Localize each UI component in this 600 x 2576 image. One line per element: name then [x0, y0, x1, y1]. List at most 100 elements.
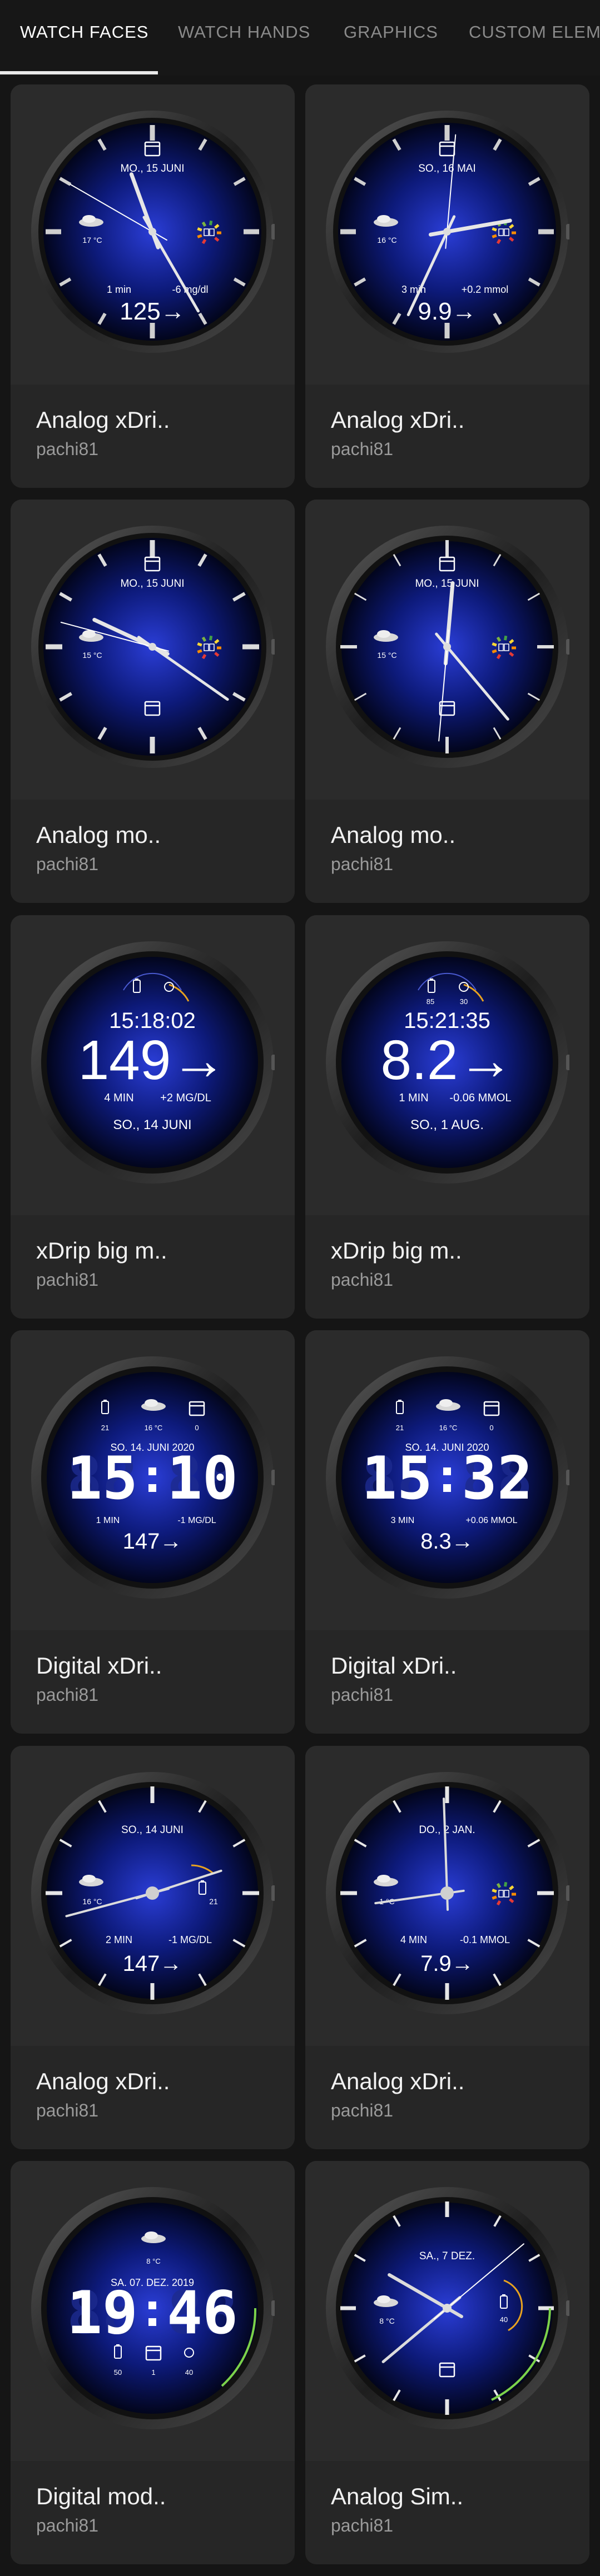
watch-face-preview[interactable]: SA., 7 DEZ. 8 °C 40 — [305, 2161, 589, 2461]
lcd-digits: 15 — [361, 1444, 433, 1512]
delta-time-label: 2 MIN — [106, 1934, 132, 1945]
center-cap — [148, 228, 156, 236]
temperature-label: 16 °C — [439, 1424, 458, 1432]
tab-bar: WATCH FACES WATCH HANDS GRAPHICS CUSTOM … — [0, 0, 600, 76]
battery-icon — [430, 979, 433, 980]
lcd-digits: 10 — [167, 1444, 238, 1512]
watch-face-card[interactable]: 85 30 15:21:35 8.2→ 1 MIN -0.06 MMOL SO., 1 AU… — [305, 915, 589, 1319]
card-title: xDrip big m.. — [36, 1237, 167, 1264]
delta-value-label: +0.06 MMOL — [466, 1516, 518, 1525]
battery-gauge-icon — [496, 1883, 502, 1889]
battery-gauge-icon — [492, 1895, 497, 1900]
card-author: pachi81 — [36, 1685, 99, 1705]
weather-cloud-icon — [377, 2295, 390, 2303]
battery-gauge-icon — [496, 636, 502, 642]
watch-face-image: MO., 15 JUNI 15 °C — [31, 526, 275, 768]
center-cap — [443, 643, 451, 651]
weather-cloud-icon — [439, 1399, 453, 1407]
watch-face-preview[interactable]: MO., 15 JUNI 15 °C — [305, 500, 589, 800]
date-label: SA., 7 DEZ. — [419, 2250, 475, 2262]
watch-face-image: SO., 14 JUNI 16 °C 21 2 MIN -1 MG/DL 147→ — [31, 1772, 275, 2014]
delta-value-label: +2 MG/DL — [160, 1092, 211, 1104]
watch-face-preview[interactable]: MO., 15 JUNI 17 °C 1 min -6 mg/dl 125→ — [11, 84, 295, 385]
watch-face-card[interactable]: DO., 2 JAN.1 °C4 MIN-0.1 MMOL7.9→Analog … — [305, 1746, 589, 2149]
temperature-label: 15 °C — [82, 651, 102, 660]
delta-time-label: 1 MIN — [96, 1516, 120, 1525]
time-separator — [443, 1484, 451, 1492]
tab-watch-hands[interactable]: WATCH HANDS — [178, 22, 310, 42]
temperature-label: 8 °C — [379, 2317, 394, 2325]
battery-icon — [116, 2344, 120, 2346]
center-cap — [440, 1886, 454, 1900]
delta-value-label: -6 mg/dl — [172, 284, 208, 295]
lcd-digits: 46 — [167, 2279, 238, 2347]
calendar-count-label: 0 — [195, 1424, 199, 1432]
battery-icon — [398, 1400, 401, 1401]
temperature-label: 8 °C — [146, 2257, 160, 2265]
battery-gauge-icon — [492, 234, 497, 238]
temperature-label: 16 °C — [377, 236, 396, 244]
glucose-value: 147→ — [123, 1951, 182, 1976]
watch-face-card[interactable]: 21 16 °C 0 SO. 14. JUNI 2020 88 15 88 10 1 MIN -1… — [11, 1330, 295, 1734]
card-author: pachi81 — [331, 2515, 394, 2535]
calendar-count-label: 0 — [489, 1424, 493, 1432]
tab-watch-faces[interactable]: WATCH FACES — [20, 22, 148, 42]
watch-face-card[interactable]: MO., 15 JUNI 15 °C Analog mo.. pachi81 — [11, 500, 295, 903]
watch-face-card[interactable]: MO., 15 JUNI 17 °C 1 min -6 mg/dl 125→ Analog… — [11, 84, 295, 488]
calendar-count-label: 1 — [151, 2368, 155, 2377]
watch-face-preview[interactable]: 85 30 15:21:35 8.2→ 1 MIN -0.06 MMOL SO., 1 AU… — [305, 915, 589, 1215]
card-title: Analog xDri.. — [36, 2068, 170, 2094]
tab-custom-elements[interactable]: CUSTOM ELEME — [469, 22, 600, 42]
weather-cloud-icon — [377, 1875, 390, 1883]
delta-time-label: 4 MIN — [400, 1934, 427, 1945]
watch-crown — [271, 1885, 275, 1901]
card-author: pachi81 — [331, 1685, 394, 1705]
watch-face-card[interactable]: SA., 7 DEZ. 8 °C 40 Analog Sim.. pachi81 — [305, 2161, 589, 2564]
time-separator — [148, 2302, 156, 2309]
watch-face-preview[interactable]: 8 °C SA. 07. DEZ. 2019 88 19 88 46 50 1 40 — [11, 2161, 295, 2461]
card-title: Analog Sim.. — [331, 2483, 464, 2509]
battery-gauge-icon — [492, 642, 497, 647]
center-cap — [148, 643, 156, 651]
delta-time-label: 3 MIN — [391, 1516, 415, 1525]
glucose-value: 125→ — [120, 298, 185, 325]
watch-face-card[interactable]: 8 °C SA. 07. DEZ. 2019 88 19 88 46 50 1 40 Digita… — [11, 2161, 295, 2564]
card-author: pachi81 — [36, 854, 99, 874]
date-label: SO., 14 JUNI — [113, 1117, 191, 1132]
date-label: MO., 15 JUNI — [415, 578, 479, 590]
watch-face-preview[interactable]: 21 16 °C 0 SO. 14. JUNI 2020 88 15 88 32 3 MIN +0… — [305, 1330, 589, 1630]
watch-face-preview[interactable]: 15:18:02 149→ 4 MIN +2 MG/DL SO., 14 JUNI — [11, 915, 295, 1215]
watch-face-preview[interactable]: 21 16 °C 0 SO. 14. JUNI 2020 88 15 88 10 1 MIN -1… — [11, 1330, 295, 1630]
card-title: Analog mo.. — [36, 822, 161, 848]
battery-icon — [201, 1880, 204, 1882]
watch-face-card[interactable]: SO., 14 JUNI 16 °C 21 2 MIN -1 MG/DL 147→ Anal… — [11, 1746, 295, 2149]
watch-face-preview[interactable]: SO., 16 MAI 16 °C 3 min +0.2 mmol 9.9→ — [305, 84, 589, 385]
watch-face-image: SA., 7 DEZ. 8 °C 40 — [326, 2187, 569, 2429]
watch-face-preview[interactable]: MO., 15 JUNI 15 °C — [11, 500, 295, 800]
card-title: Analog mo.. — [331, 822, 456, 848]
watch-crown — [271, 1055, 275, 1070]
weather-cloud-icon — [82, 215, 96, 223]
watch-crown — [566, 2300, 569, 2316]
watch-face-image: DO., 2 JAN.1 °C4 MIN-0.1 MMOL7.9→ — [326, 1772, 569, 2014]
watch-face-preview[interactable]: DO., 2 JAN.1 °C4 MIN-0.1 MMOL7.9→ — [305, 1746, 589, 2046]
battery-icon — [502, 2294, 505, 2296]
watch-battery-label: 40 — [185, 2368, 193, 2377]
tab-graphics[interactable]: GRAPHICS — [344, 22, 438, 42]
watch-face-card[interactable]: MO., 15 JUNI 15 °C Analog mo.. pachi81 — [305, 500, 589, 903]
watch-face-preview[interactable]: SO., 14 JUNI 16 °C 21 2 MIN -1 MG/DL 147→ — [11, 1746, 295, 2046]
watch-face-card[interactable]: 15:18:02 149→ 4 MIN +2 MG/DL SO., 14 JUNI xDr… — [11, 915, 295, 1319]
watch-face-card[interactable]: 21 16 °C 0 SO. 14. JUNI 2020 88 15 88 32 3 MIN +0… — [305, 1330, 589, 1734]
watch-crown — [566, 224, 569, 239]
glucose-value: 147→ — [123, 1529, 182, 1554]
card-title: Analog xDri.. — [331, 407, 465, 433]
watch-face-card[interactable]: SO., 16 MAI 16 °C 3 min +0.2 mmol 9.9→ Analog… — [305, 84, 589, 488]
watch-crown — [566, 1055, 569, 1070]
center-cap — [443, 2304, 452, 2313]
weather-cloud-icon — [82, 1875, 96, 1883]
card-title: Digital xDri.. — [331, 1653, 457, 1679]
watch-crown — [566, 639, 569, 655]
time-separator — [148, 1484, 156, 1492]
temperature-label: 16 °C — [145, 1424, 163, 1432]
weather-cloud-icon — [145, 2231, 158, 2239]
